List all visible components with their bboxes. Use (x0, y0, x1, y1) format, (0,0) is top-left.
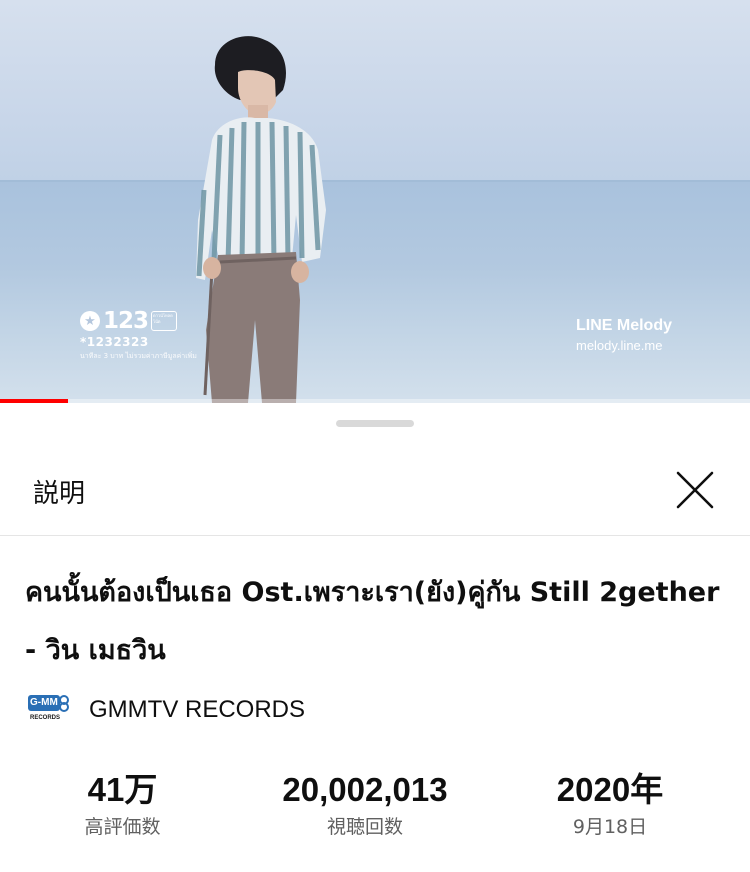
ringtone-logo-text: 123 (103, 308, 149, 334)
stats-row: 41万 高評価数 20,002,013 視聴回数 2020年 9月18日 (0, 770, 750, 850)
ringtone-download-box: ดาวน์โหลดโน้ต (151, 311, 178, 331)
description-sheet: 説明 คนนั้นต้องเป็นเธอ Ost.เพราะเรา(ยัง)คู… (0, 403, 750, 872)
video-player[interactable]: ★ 123 ดาวน์โหลดโน้ต *1232323 นาทีละ 3 บา… (0, 0, 750, 403)
drag-handle[interactable] (336, 420, 414, 427)
views-count: 20,002,013 (282, 771, 448, 808)
views-label: 視聴回数 (326, 816, 403, 838)
likes-label: 高評価数 (84, 816, 161, 838)
line-melody-url: melody.line.me (575, 338, 663, 353)
likes-count: 41万 (87, 771, 158, 808)
likes-stat: 41万 高評価数 (60, 770, 185, 839)
video-title: คนนั้นต้องเป็นเธอ Ost.เพราะเรา(ยัง)คู่กั… (25, 577, 720, 666)
date-stat: 2020年 9月18日 (535, 770, 685, 839)
close-icon (676, 471, 714, 509)
star-badge-icon: ★ (80, 311, 100, 331)
publish-date: 9月18日 (572, 816, 648, 838)
channel-logo[interactable]: G-MM RECORDS (26, 692, 71, 728)
channel-name[interactable]: GMMTV RECORDS (89, 696, 305, 724)
ringtone-fine-print: นาทีละ 3 บาท ไม่รวมค่าภาษีมูลค่าเพิ่ม (80, 352, 197, 360)
channel-logo-text-bottom: RECORDS (30, 715, 61, 721)
sheet-header: 説明 (0, 447, 750, 536)
ringtone-code: *1232323 (80, 335, 149, 349)
channel-row[interactable]: G-MM RECORDS GMMTV RECORDS (26, 692, 305, 728)
line-melody-title: LINE Melody (575, 317, 672, 334)
line-melody-overlay: LINE Melody melody.line.me (576, 317, 672, 353)
publish-year: 2020年 (556, 771, 664, 808)
views-stat: 20,002,013 視聴回数 (260, 770, 470, 839)
screen: ★ 123 ดาวน์โหลดโน้ต *1232323 นาทีละ 3 บา… (0, 0, 750, 872)
close-button[interactable] (670, 465, 720, 515)
channel-logo-text-top: G-MM (30, 697, 58, 708)
ringtone-code-overlay: ★ 123 ดาวน์โหลดโน้ต *1232323 นาทีละ 3 บา… (80, 308, 197, 362)
sheet-title: 説明 (33, 479, 86, 509)
